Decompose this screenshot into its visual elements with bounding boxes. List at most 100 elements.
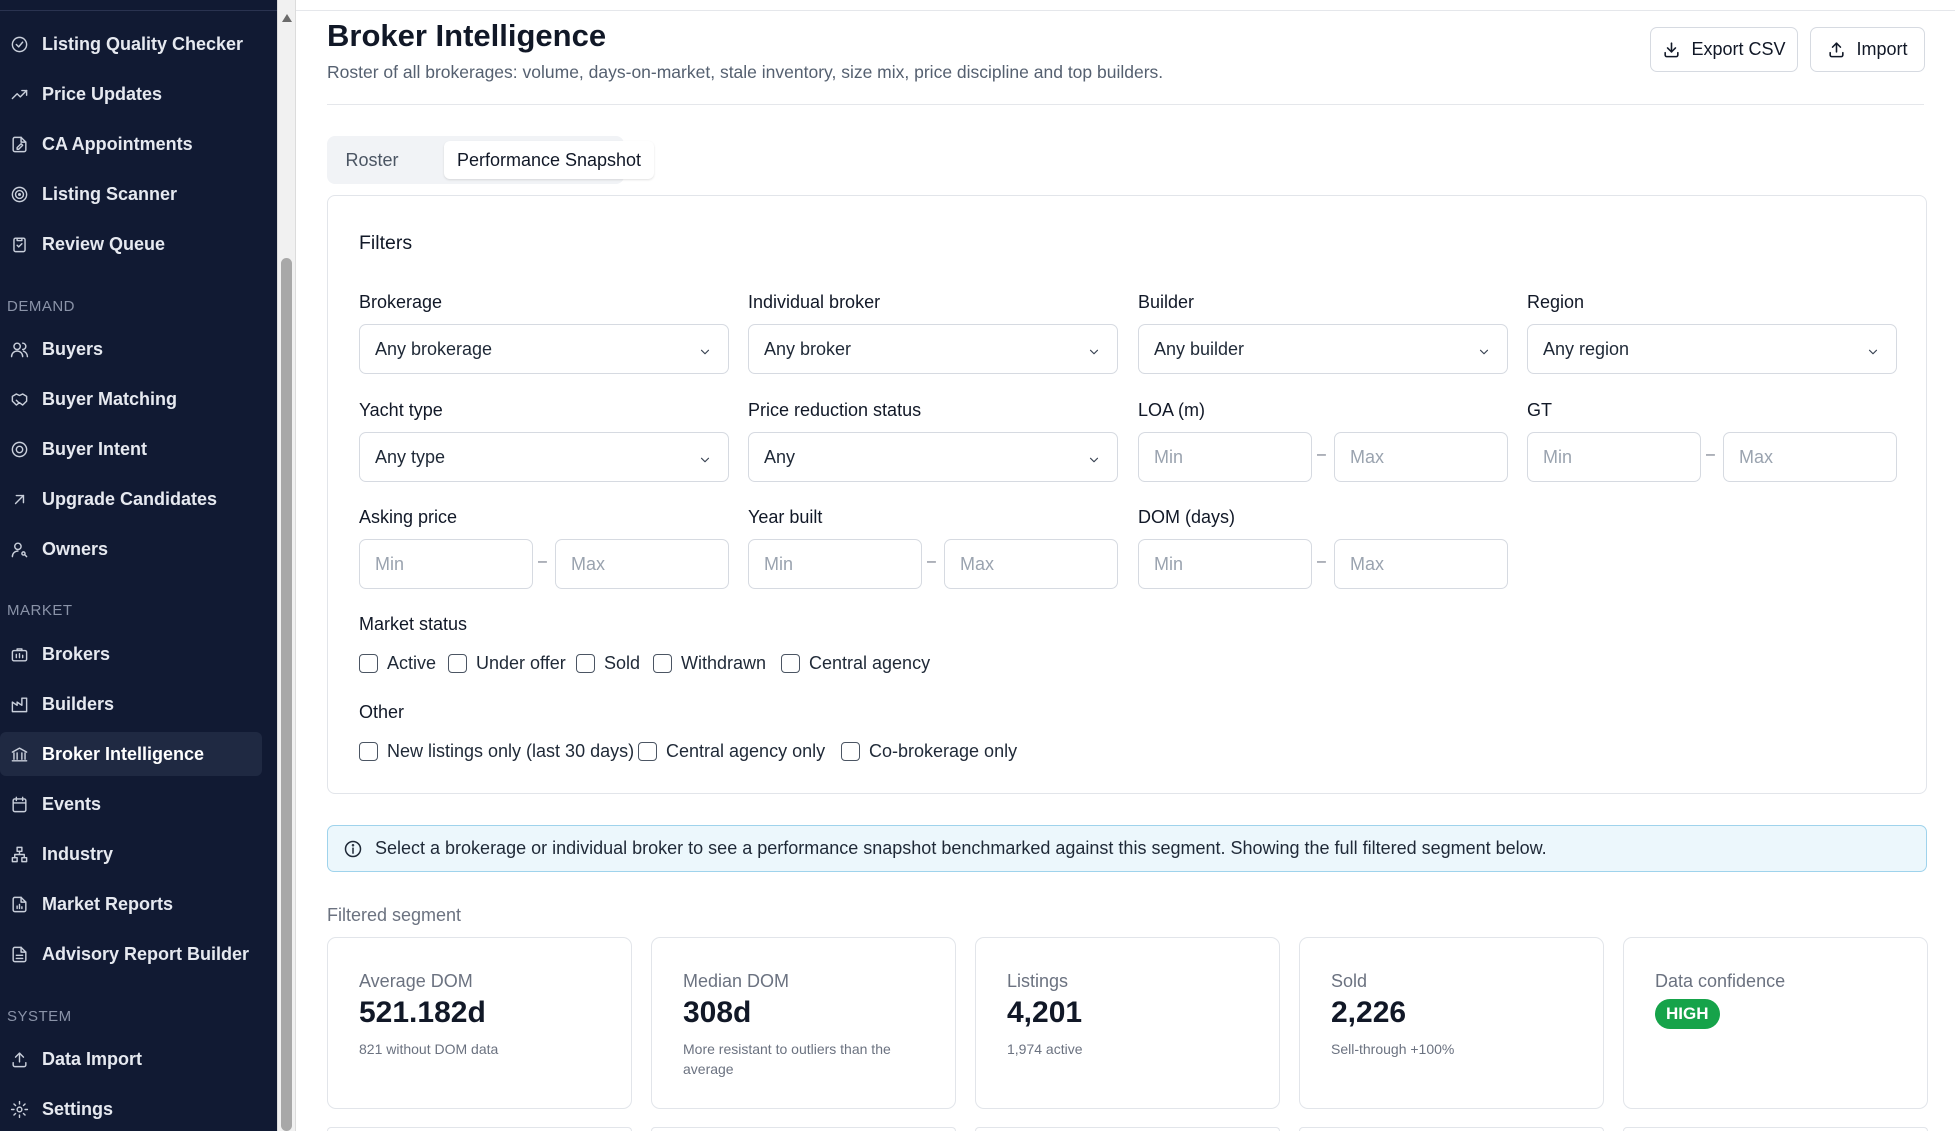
asking-price-max-input[interactable]: Max: [555, 539, 729, 589]
region-select[interactable]: Any region: [1527, 324, 1897, 374]
scrollbar-thumb[interactable]: [281, 258, 292, 1131]
loa-label: LOA (m): [1138, 400, 1206, 420]
tab-roster[interactable]: Roster: [332, 141, 412, 179]
sidebar-item-review-queue[interactable]: Review Queue: [0, 222, 262, 266]
sidebar-item-label: Events: [42, 793, 102, 814]
stat-label: Data confidence: [1655, 971, 1786, 991]
central-agency-only-checkbox[interactable]: Central agency only: [638, 741, 825, 762]
range-separator: –: [1706, 446, 1715, 463]
checkbox-label: Active: [387, 653, 437, 673]
clipboard-check-icon: [8, 233, 30, 255]
broker-select[interactable]: Any broker: [748, 324, 1118, 374]
sidebar-item-label: Market Reports: [42, 893, 174, 914]
sidebar-item-upgrade-candidates[interactable]: Upgrade Candidates: [0, 477, 262, 521]
yacht-type-label: Yacht type: [359, 400, 443, 420]
checkbox-box[interactable]: [653, 654, 672, 673]
dom-max-input[interactable]: Max: [1334, 539, 1508, 589]
next-row-card-edge: [1623, 1127, 1928, 1131]
next-row-card-edge: [1299, 1127, 1604, 1131]
checkbox-box[interactable]: [638, 742, 657, 761]
sidebar-item-buyers[interactable]: Buyers: [0, 327, 262, 371]
status-active-checkbox[interactable]: Active: [359, 653, 436, 674]
page-subtitle: Roster of all brokerages: volume, days-o…: [327, 62, 1164, 82]
file-text-icon: [8, 943, 30, 965]
sidebar-item-label: Brokers: [42, 643, 111, 664]
sidebar-item-broker-intelligence[interactable]: Broker Intelligence: [0, 732, 262, 776]
status-under-offer-checkbox[interactable]: Under offer: [448, 653, 566, 674]
sidebar-item-label: Advisory Report Builder: [42, 943, 250, 964]
status-withdrawn-checkbox[interactable]: Withdrawn: [653, 653, 766, 674]
sidebar-item-owners[interactable]: Owners: [0, 527, 262, 571]
checkbox-label: Central agency only: [666, 741, 826, 761]
sidebar-item-buyer-matching[interactable]: Buyer Matching: [0, 377, 262, 421]
info-banner-text: Select a brokerage or individual broker …: [375, 838, 1547, 858]
sidebar-item-label: Listing Scanner: [42, 183, 178, 204]
region-select-value: Any region: [1543, 338, 1630, 359]
asking-price-min-input[interactable]: Min: [359, 539, 533, 589]
next-row-card-edge: [975, 1127, 1280, 1131]
sidebar-item-builders[interactable]: Builders: [0, 682, 262, 726]
network-icon: [8, 843, 30, 865]
checkbox-box[interactable]: [359, 654, 378, 673]
sidebar-item-events[interactable]: Events: [0, 782, 262, 826]
sidebar-item-label: Buyer Intent: [42, 438, 148, 459]
gt-max-input[interactable]: Max: [1723, 432, 1897, 482]
chevron-down-icon: [1866, 343, 1880, 357]
checkbox-box[interactable]: [576, 654, 595, 673]
upload-icon: [8, 1048, 30, 1070]
segment-label: Filtered segment: [327, 905, 462, 925]
stat-value: 521.182d: [359, 996, 486, 1029]
tab-performance-snapshot[interactable]: Performance Snapshot: [444, 141, 654, 179]
next-row-card-edge: [651, 1127, 956, 1131]
co-brokerage-only-checkbox[interactable]: Co-brokerage only: [841, 741, 1017, 762]
brokerage-select[interactable]: Any brokerage: [359, 324, 729, 374]
import-button[interactable]: Import: [1810, 27, 1925, 72]
sidebar-item-advisory-report-builder[interactable]: Advisory Report Builder: [0, 932, 262, 976]
yacht-type-select[interactable]: Any type: [359, 432, 729, 482]
sidebar-item-brokers[interactable]: Brokers: [0, 632, 262, 676]
scroll-up-arrow-icon[interactable]: [282, 14, 292, 22]
sidebar-item-industry[interactable]: Industry: [0, 832, 262, 876]
checkbox-box[interactable]: [841, 742, 860, 761]
year-built-min-input[interactable]: Min: [748, 539, 922, 589]
checkbox-box[interactable]: [781, 654, 800, 673]
sidebar-item-data-import[interactable]: Data Import: [0, 1037, 262, 1081]
export-csv-button[interactable]: Export CSV: [1650, 27, 1798, 72]
sidebar-item-price-updates[interactable]: Price Updates: [0, 72, 262, 116]
stat-card-listings: Listings 4,201 1,974 active: [975, 937, 1280, 1109]
dom-min-input[interactable]: Min: [1138, 539, 1312, 589]
view-tabs: Roster Performance Snapshot: [327, 136, 654, 184]
sidebar-item-listing-quality-checker[interactable]: Listing Quality Checker: [0, 22, 262, 66]
sidebar-item-label: Owners: [42, 538, 109, 559]
next-row-card-edge: [327, 1127, 632, 1131]
sidebar-item-market-reports[interactable]: Market Reports: [0, 882, 262, 926]
year-built-max-input[interactable]: Max: [944, 539, 1118, 589]
builder-select[interactable]: Any builder: [1138, 324, 1508, 374]
gt-min-input[interactable]: Min: [1527, 432, 1701, 482]
stat-card-average-dom: Average DOM 521.182d 821 without DOM dat…: [327, 937, 632, 1109]
sidebar-scrollbar[interactable]: [277, 0, 296, 1131]
checkbox-box[interactable]: [448, 654, 467, 673]
checkbox-label: Withdrawn: [681, 653, 767, 673]
brokerage-label: Brokerage: [359, 292, 443, 312]
checkbox-box[interactable]: [359, 742, 378, 761]
trending-up-icon: [8, 83, 30, 105]
loa-max-input[interactable]: Max: [1334, 432, 1508, 482]
stat-subtext: Sell-through +100%: [1331, 1041, 1455, 1057]
status-central-agency-checkbox[interactable]: Central agency: [781, 653, 930, 674]
stat-value: 2,226: [1331, 996, 1407, 1029]
asking-price-label: Asking price: [359, 507, 458, 527]
sidebar-item-listing-scanner[interactable]: Listing Scanner: [0, 172, 262, 216]
stat-value: 4,201: [1007, 996, 1083, 1029]
status-sold-checkbox[interactable]: Sold: [576, 653, 640, 674]
price-reduction-select[interactable]: Any: [748, 432, 1118, 482]
sidebar-item-ca-appointments[interactable]: CA Appointments: [0, 122, 262, 166]
loa-min-input[interactable]: Min: [1138, 432, 1312, 482]
sidebar-divider: [0, 10, 277, 11]
landmark-icon: [8, 743, 30, 765]
target-icon: [8, 183, 30, 205]
sidebar-item-settings[interactable]: Settings: [0, 1087, 262, 1131]
new-listings-only-checkbox[interactable]: New listings only (last 30 days): [359, 741, 634, 762]
sidebar-item-buyer-intent[interactable]: Buyer Intent: [0, 427, 262, 471]
sidebar-section-market: MARKET: [7, 602, 73, 619]
